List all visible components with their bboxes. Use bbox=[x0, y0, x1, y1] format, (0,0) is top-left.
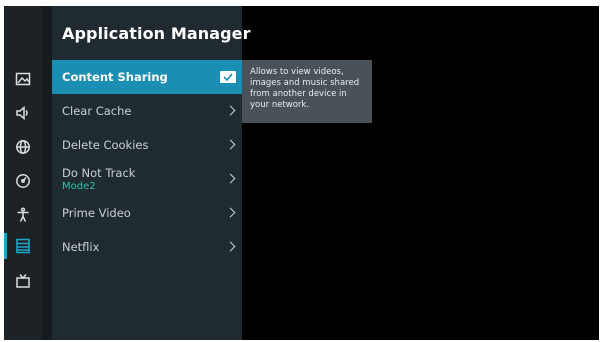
chevron-right-icon bbox=[225, 241, 236, 252]
tv-screen: Application Manager Content Sharing Clea… bbox=[4, 6, 599, 340]
checkmark-icon bbox=[223, 73, 233, 81]
picture-icon[interactable] bbox=[4, 68, 42, 90]
app-list-icon[interactable] bbox=[4, 235, 42, 257]
menu-item-prime-video[interactable]: Prime Video bbox=[52, 196, 242, 230]
do-not-track-value: Mode2 bbox=[62, 181, 96, 192]
accessibility-icon[interactable] bbox=[4, 204, 42, 226]
menu-item-content-sharing[interactable]: Content Sharing bbox=[52, 60, 242, 94]
menu-item-label: Netflix bbox=[62, 240, 100, 254]
application-manager-panel: Application Manager Content Sharing Clea… bbox=[52, 6, 251, 340]
gauge-icon[interactable] bbox=[4, 170, 42, 192]
menu-item-label: Delete Cookies bbox=[62, 138, 149, 152]
do-not-track-label: Do Not Track bbox=[62, 166, 136, 180]
sidebar-divider bbox=[42, 6, 52, 340]
chevron-right-icon bbox=[225, 207, 236, 218]
menu-item-label: Prime Video bbox=[62, 206, 131, 220]
icon-sidebar bbox=[4, 6, 42, 340]
content-sharing-checkbox[interactable] bbox=[220, 71, 236, 83]
chevron-right-icon bbox=[225, 139, 236, 150]
menu-item-label: Content Sharing bbox=[62, 70, 168, 84]
menu-item-clear-cache[interactable]: Clear Cache bbox=[52, 94, 242, 128]
menu-item-label: Clear Cache bbox=[62, 104, 132, 118]
help-tooltip: Allows to view videos, images and music … bbox=[242, 60, 372, 123]
tv-icon[interactable] bbox=[4, 270, 42, 292]
menu-item-do-not-track[interactable]: Do Not Track Mode2 bbox=[52, 162, 242, 196]
menu-item-label: Do Not Track Mode2 bbox=[62, 166, 135, 192]
page-title: Application Manager bbox=[62, 24, 251, 43]
chevron-right-icon bbox=[225, 173, 236, 184]
menu-item-delete-cookies[interactable]: Delete Cookies bbox=[52, 128, 242, 162]
speaker-icon[interactable] bbox=[4, 102, 42, 124]
menu-item-netflix[interactable]: Netflix bbox=[52, 230, 242, 264]
chevron-right-icon bbox=[225, 105, 236, 116]
globe-icon[interactable] bbox=[4, 136, 42, 158]
